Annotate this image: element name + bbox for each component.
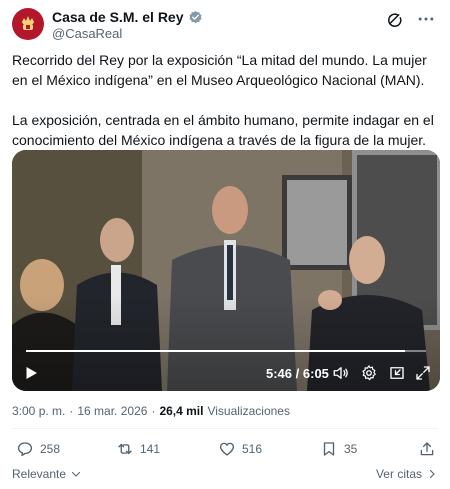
tweet-paragraph-2: La exposición, centrada en el ámbito hum…: [12, 112, 434, 148]
quotes-label: Ver citas: [375, 467, 422, 481]
play-icon[interactable]: [22, 364, 40, 382]
tweet-date[interactable]: 16 mar. 2026: [77, 404, 147, 418]
bookmark-button[interactable]: 35: [320, 440, 357, 458]
reply-icon: [17, 442, 33, 457]
tweet-header: Casa de S.M. el Rey @CasaReal: [12, 8, 438, 42]
repost-icon: [118, 443, 132, 455]
tweet-meta: 3:00 p. m. · 16 mar. 2026 · 26,4 mil Vis…: [12, 404, 290, 418]
repost-button[interactable]: 141: [116, 440, 160, 458]
views-label: Visualizaciones: [207, 404, 290, 418]
like-count: 516: [242, 442, 263, 456]
tweet-paragraph-1: Recorrido del Rey por la exposición “La …: [12, 52, 427, 88]
video-progress-bar[interactable]: [26, 350, 426, 352]
bookmark-count: 35: [344, 442, 358, 456]
bookmark-icon: [323, 442, 335, 456]
tweet-actions: 258 141 516 35: [12, 440, 438, 462]
divider: [12, 428, 438, 429]
settings-gear-icon[interactable]: [360, 364, 378, 382]
royal-crown-icon: [22, 16, 34, 30]
avatar[interactable]: [12, 8, 44, 40]
reply-button[interactable]: 258: [16, 440, 60, 458]
view-quotes-link[interactable]: Ver citas: [376, 467, 438, 481]
repost-count: 141: [140, 442, 161, 456]
heart-icon: [219, 442, 235, 456]
account-handle[interactable]: @CasaReal: [52, 26, 122, 41]
replies-footer: Relevante Ver citas: [12, 467, 438, 485]
video-controls: 5:46 / 6:05: [12, 360, 440, 386]
video-player[interactable]: 5:46 / 6:05: [12, 150, 440, 391]
tweet-time[interactable]: 3:00 p. m.: [12, 404, 65, 418]
like-button[interactable]: 516: [218, 440, 262, 458]
sort-label: Relevante: [12, 467, 67, 481]
volume-icon[interactable]: [332, 364, 350, 382]
share-button[interactable]: [418, 440, 436, 458]
meta-separator: ·: [69, 404, 74, 418]
video-frame-image: [12, 150, 440, 391]
verified-badge-icon: [188, 10, 202, 23]
chevron-down-icon: [71, 471, 81, 477]
account-name[interactable]: Casa de S.M. el Rey: [52, 9, 184, 25]
sort-dropdown[interactable]: Relevante: [12, 467, 82, 481]
chevron-right-icon: [429, 469, 435, 479]
video-duration: 6:05: [302, 366, 329, 381]
fullscreen-icon[interactable]: [414, 364, 432, 382]
grok-icon[interactable]: [386, 11, 404, 29]
more-options-icon[interactable]: [416, 9, 436, 29]
reply-count: 258: [40, 442, 61, 456]
video-current-time: 5:46: [266, 366, 293, 381]
meta-separator: ·: [151, 404, 156, 418]
picture-in-picture-icon[interactable]: [388, 364, 406, 382]
video-progress-fill: [26, 350, 406, 352]
share-icon: [420, 442, 434, 456]
video-time: 5:46 / 6:05: [266, 366, 329, 381]
views-count: 26,4 mil: [159, 404, 204, 418]
